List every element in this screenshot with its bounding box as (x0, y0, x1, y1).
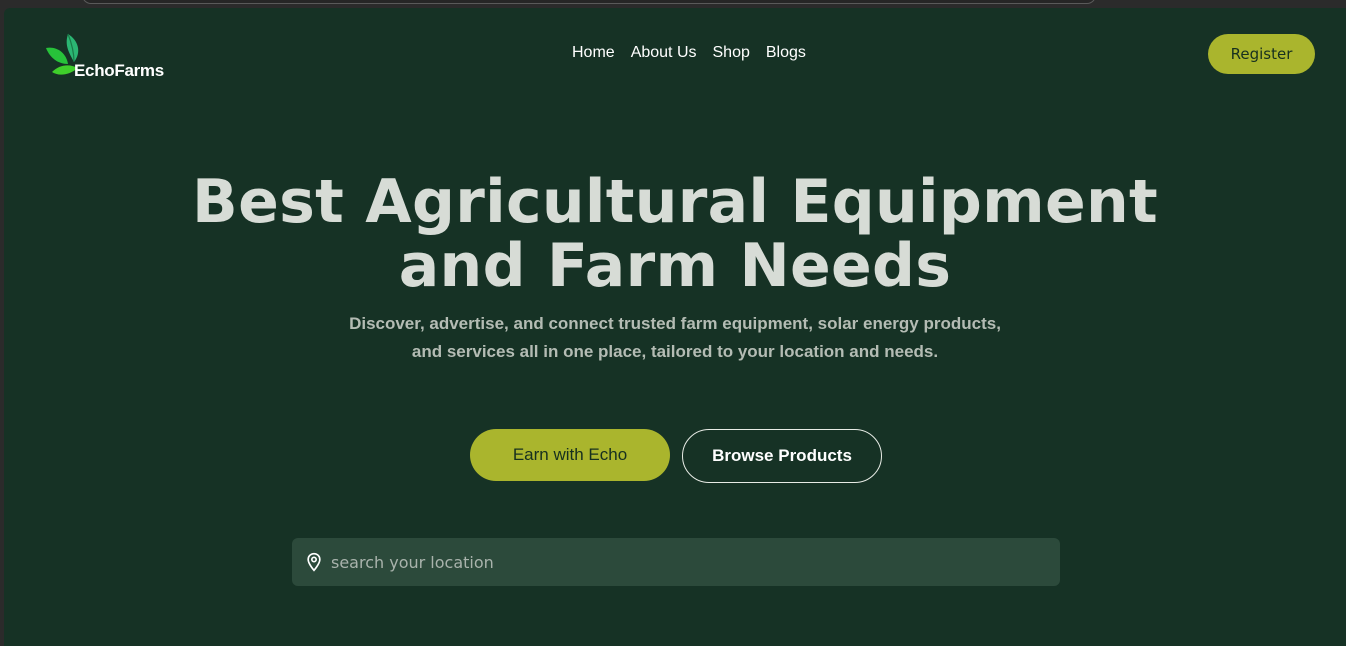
nav-item-home[interactable]: Home (572, 44, 615, 62)
browse-products-button[interactable]: Browse Products (682, 429, 882, 483)
browser-chrome (0, 0, 1346, 8)
browser-address-bar[interactable] (82, 0, 1096, 4)
location-search-input[interactable] (331, 552, 1031, 572)
cta-buttons: Earn with Echo Browse Products (470, 429, 882, 483)
hero-title: Best Agricultural Equipment and Farm Nee… (4, 170, 1346, 298)
register-button[interactable]: Register (1208, 34, 1315, 74)
nav-item-about-us[interactable]: About Us (631, 44, 697, 62)
earn-with-echo-button[interactable]: Earn with Echo (470, 429, 670, 481)
brand-name: EchoFarms (74, 61, 164, 80)
landing-page: EchoFarms Home About Us Shop Blogs Regis… (4, 8, 1346, 646)
hero-title-line-2: and Farm Needs (398, 231, 952, 301)
nav-item-shop[interactable]: Shop (713, 44, 750, 62)
main-nav: Home About Us Shop Blogs (572, 44, 806, 62)
location-search[interactable] (292, 538, 1060, 586)
nav-item-blogs[interactable]: Blogs (766, 44, 806, 62)
hero-subtitle: Discover, advertise, and connect trusted… (4, 310, 1346, 366)
echofarms-logo[interactable]: EchoFarms (46, 32, 176, 82)
hero-subtitle-line-1: Discover, advertise, and connect trusted… (349, 314, 1001, 333)
location-pin-icon (307, 552, 321, 572)
hero-title-line-1: Best Agricultural Equipment (192, 167, 1158, 237)
hero-subtitle-line-2: and services all in one place, tailored … (411, 342, 939, 361)
